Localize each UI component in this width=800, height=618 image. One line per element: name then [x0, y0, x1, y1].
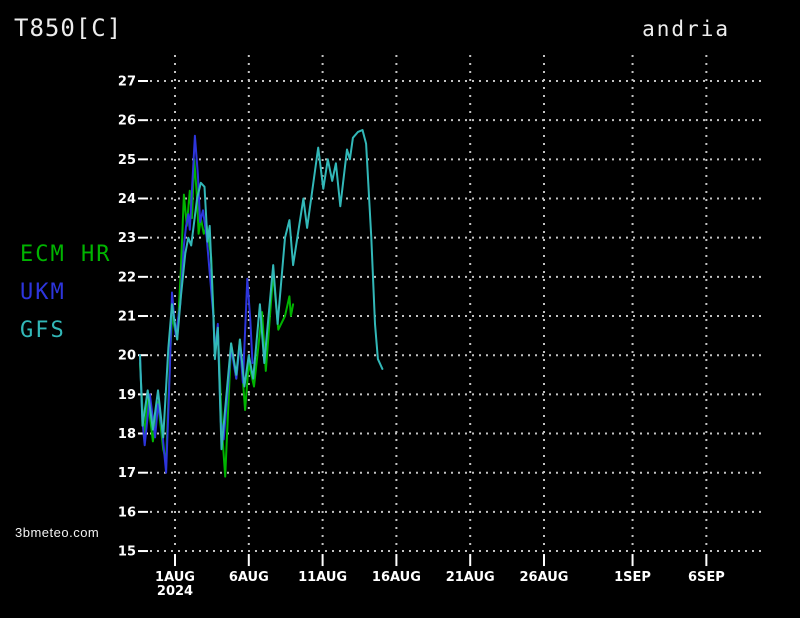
y-tick-label: 26 [118, 114, 136, 129]
y-tick-label: 19 [118, 388, 136, 403]
y-tick-label: 25 [118, 153, 136, 168]
watermark-3bmeteo: 3bmeteo.com [15, 525, 99, 540]
chart-title: T850[C] [14, 14, 122, 42]
y-tick-label: 22 [118, 270, 136, 285]
series-line-gfs [140, 130, 382, 449]
y-tick-label: 15 [118, 545, 136, 560]
y-tick-label: 16 [118, 505, 136, 520]
y-tick-label: 21 [118, 310, 136, 325]
x-tick-label: 6AUG [229, 570, 269, 585]
x-tick-sublabel: 2024 [157, 584, 193, 599]
axis-ticks [138, 81, 706, 566]
y-tick-label: 18 [118, 427, 136, 442]
y-tick-label: 23 [118, 231, 136, 246]
y-tick-label: 17 [118, 466, 136, 481]
meteogram-window: 15 16 17 18 19 20 21 22 23 24 25 26 27 1AUG2024 6AUG 11… [0, 0, 800, 618]
legend-item-ukm: UKM [20, 280, 66, 305]
x-tick-label: 11AUG [298, 570, 347, 585]
x-axis-labels: 1AUG2024 6AUG 11AUG 16AUG 21AUG 26AUG 1SEP 6SEP [155, 570, 725, 599]
legend-item-gfs: GFS [20, 318, 66, 343]
x-tick-label: 21AUG [446, 570, 495, 585]
x-tick-label: 1AUG [155, 570, 195, 585]
x-tick-label: 16AUG [372, 570, 421, 585]
x-tick-label: 6SEP [688, 570, 725, 585]
meteogram-chart: 15 16 17 18 19 20 21 22 23 24 25 26 27 1AUG2024 6AUG 11… [0, 0, 800, 618]
location-name: andria [642, 17, 730, 41]
y-tick-label: 24 [118, 192, 136, 207]
x-tick-label: 26AUG [520, 570, 569, 585]
y-tick-label: 27 [118, 75, 136, 90]
y-tick-label: 20 [118, 349, 136, 364]
y-axis-labels: 15 16 17 18 19 20 21 22 23 24 25 26 27 [118, 75, 136, 560]
x-tick-label: 1SEP [614, 570, 651, 585]
legend-item-ecm-hr: ECM HR [20, 242, 111, 267]
grid-lines [150, 55, 762, 551]
